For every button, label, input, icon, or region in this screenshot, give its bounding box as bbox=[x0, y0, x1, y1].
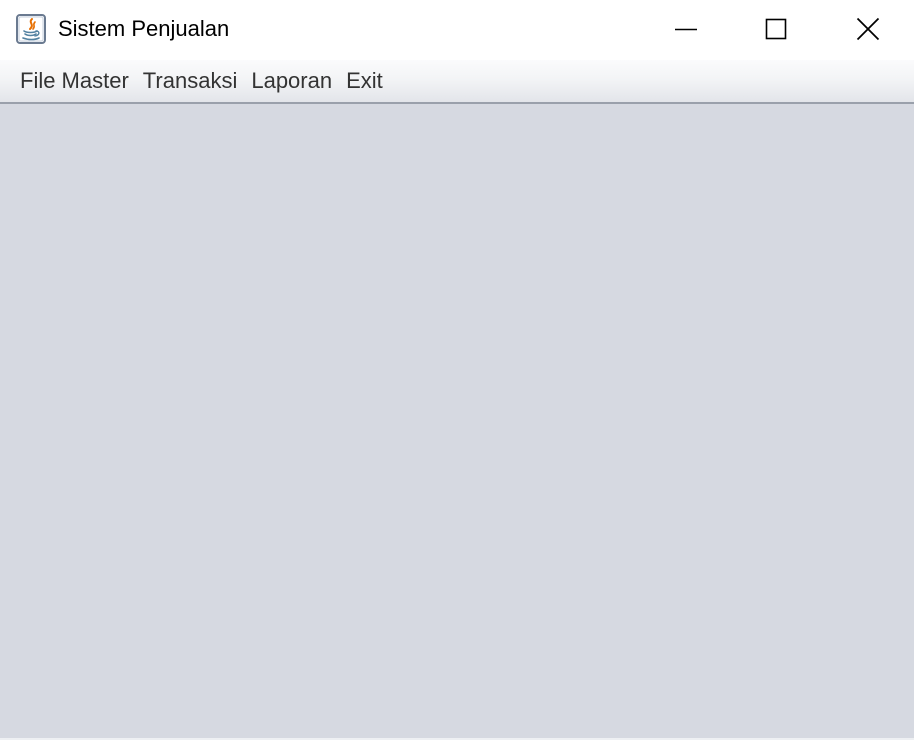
close-button[interactable] bbox=[822, 0, 914, 58]
menu-transaksi[interactable]: Transaksi bbox=[136, 59, 245, 103]
menu-exit[interactable]: Exit bbox=[339, 59, 390, 103]
minimize-icon bbox=[675, 28, 697, 31]
close-icon bbox=[856, 17, 880, 41]
java-icon[interactable] bbox=[16, 14, 46, 44]
menu-bar: File Master Transaksi Laporan Exit bbox=[0, 60, 914, 104]
application-window: Sistem Penjualan File Master Transaksi L… bbox=[0, 0, 914, 740]
title-bar[interactable]: Sistem Penjualan bbox=[0, 0, 914, 60]
window-title: Sistem Penjualan bbox=[58, 16, 230, 41]
main-content-area bbox=[0, 104, 914, 738]
minimize-button[interactable] bbox=[640, 0, 732, 58]
menu-laporan[interactable]: Laporan bbox=[244, 59, 339, 103]
maximize-button[interactable] bbox=[730, 0, 822, 58]
maximize-icon bbox=[765, 18, 787, 40]
menu-file-master[interactable]: File Master bbox=[13, 59, 136, 103]
